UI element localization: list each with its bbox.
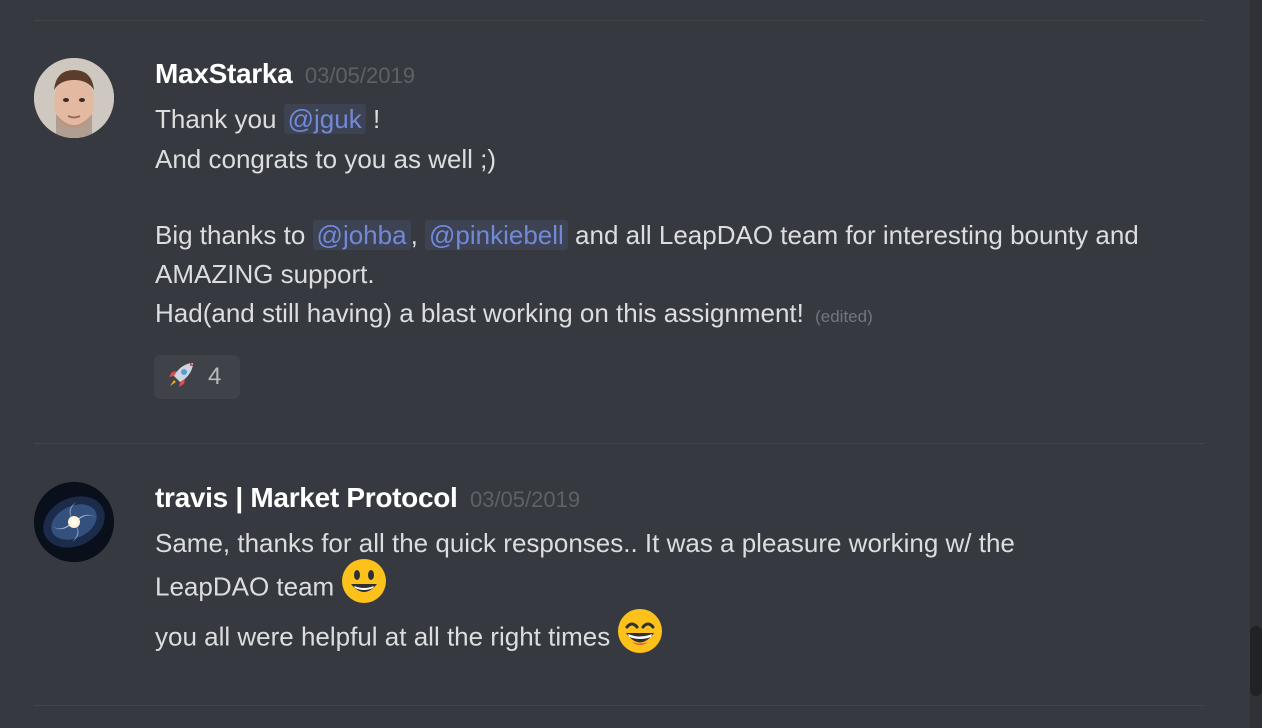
avatar[interactable] xyxy=(34,482,114,562)
galaxy-avatar-icon xyxy=(34,482,114,562)
smiley-emoji-icon xyxy=(341,558,387,611)
message-text: ! xyxy=(365,104,381,134)
message-text: Had(and still having) a blast working on… xyxy=(155,298,812,328)
username[interactable]: MaxStarka xyxy=(155,58,293,89)
message-line: Same, thanks for all the quick responses… xyxy=(155,528,1015,558)
scrollbar-track[interactable] xyxy=(1250,0,1262,728)
message-line: And congrats to you as well ;) xyxy=(155,144,497,174)
message-line: LeapDAO team xyxy=(155,559,387,611)
grinning-smile-emoji-icon xyxy=(617,608,663,661)
message-divider xyxy=(34,705,1204,706)
timestamp: 03/05/2019 xyxy=(469,487,581,512)
mention-link[interactable]: @pinkiebell xyxy=(425,220,568,250)
message-text: Big thanks to xyxy=(155,220,313,250)
message-line: Had(and still having) a blast working on… xyxy=(155,298,873,329)
message-text: and all LeapDAO team for interesting bou… xyxy=(567,220,1139,250)
message-header: MaxStarka 03/05/2019 xyxy=(155,58,415,90)
message-divider xyxy=(34,20,1204,21)
mention-link[interactable]: @johba xyxy=(312,220,411,250)
reaction-count: 4 xyxy=(208,363,222,390)
rocket-icon xyxy=(164,358,198,397)
message-line: AMAZING support. xyxy=(155,259,375,289)
message-text: LeapDAO team xyxy=(155,571,342,602)
message-line: Big thanks to @johba, @pinkiebell and al… xyxy=(155,220,1139,251)
message-line: Thank you @jguk ! xyxy=(155,104,380,135)
mention-link[interactable]: @jguk xyxy=(283,104,366,134)
scrollbar-thumb[interactable] xyxy=(1250,626,1262,696)
timestamp: 03/05/2019 xyxy=(304,63,415,88)
edited-label: (edited) xyxy=(815,307,873,326)
avatar[interactable] xyxy=(34,58,114,138)
user-photo-avatar-icon xyxy=(34,58,114,138)
message-text: you all were helpful at all the right ti… xyxy=(155,621,618,652)
message-header: travis | Market Protocol 03/05/2019 xyxy=(155,482,580,514)
message-text: Thank you xyxy=(155,104,284,134)
username[interactable]: travis | Market Protocol xyxy=(155,482,458,513)
message-divider xyxy=(34,443,1204,444)
reaction-button[interactable]: 4 xyxy=(154,355,240,399)
message-text: , xyxy=(410,220,426,250)
message-line: you all were helpful at all the right ti… xyxy=(155,609,663,661)
message-feed: MaxStarka 03/05/2019 Thank you @jguk ! A… xyxy=(0,0,1262,728)
